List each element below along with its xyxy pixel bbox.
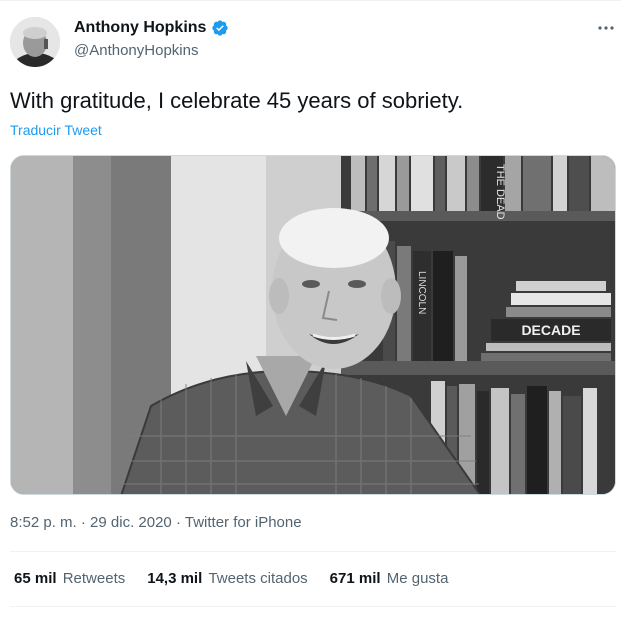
meta-separator: · — [80, 514, 86, 531]
author-handle[interactable]: @AnthonyHopkins — [74, 42, 198, 59]
stat-count: 671 mil — [329, 570, 381, 587]
more-options-icon[interactable] — [596, 18, 616, 38]
tweet-metadata: 8:52 p. m. · 29 dic. 2020 · Twitter for … — [10, 514, 302, 531]
stat-likes[interactable]: 671 mil Me gusta — [330, 570, 449, 587]
book-spine-the-dead: THE DEAD — [494, 164, 506, 220]
tweet-stats: 65 mil Retweets 14,3 mil Tweets citados … — [14, 570, 448, 587]
book-spine-decade: DECADE — [521, 322, 580, 338]
book-spine-lincoln: LINCOLN — [416, 271, 427, 314]
tweet-source[interactable]: Twitter for iPhone — [185, 514, 302, 531]
stat-label: Tweets citados — [208, 570, 308, 587]
stat-retweets[interactable]: 65 mil Retweets — [14, 570, 125, 587]
tweet-text: With gratitude, I celebrate 45 years of … — [10, 88, 464, 113]
stat-count: 14,3 mil — [147, 570, 203, 587]
stats-bottom-divider — [10, 606, 616, 607]
video-frame: THE DEAD LINCOLN DECADE — [11, 156, 615, 494]
tweet-date[interactable]: 29 dic. 2020 — [90, 514, 172, 531]
stat-count: 65 mil — [14, 570, 57, 587]
top-divider — [0, 0, 621, 1]
tweet-video[interactable]: THE DEAD LINCOLN DECADE — [10, 155, 616, 495]
stat-label: Me gusta — [386, 570, 449, 587]
verified-badge-icon — [212, 20, 229, 36]
translate-tweet-link[interactable]: Traducir Tweet — [10, 122, 102, 138]
tweet-time[interactable]: 8:52 p. m. — [10, 514, 77, 531]
stat-label: Retweets — [62, 570, 126, 587]
meta-separator: · — [175, 514, 181, 531]
avatar[interactable] — [10, 17, 60, 67]
stats-top-divider — [10, 551, 616, 552]
stat-quote-tweets[interactable]: 14,3 mil Tweets citados — [147, 570, 307, 587]
avatar-photo — [10, 17, 60, 67]
author-name[interactable]: Anthony Hopkins — [74, 19, 206, 37]
author-name-row[interactable]: Anthony Hopkins — [74, 19, 229, 37]
